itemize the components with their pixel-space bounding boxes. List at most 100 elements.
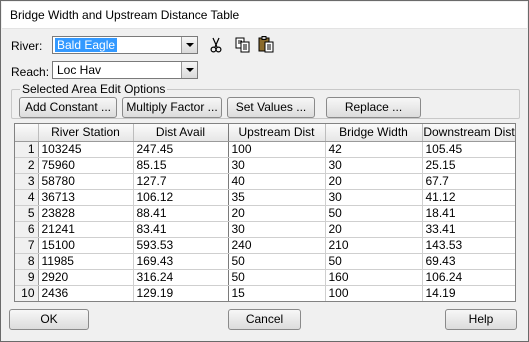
table-cell[interactable]: 15 xyxy=(228,285,326,301)
row-number[interactable]: 7 xyxy=(15,237,39,254)
data-table[interactable]: River Station Dist Avail Upstream Dist B… xyxy=(14,123,516,302)
row-number[interactable]: 1 xyxy=(15,141,39,158)
column-header[interactable]: Upstream Dist xyxy=(228,124,326,142)
table-cell[interactable]: 106.24 xyxy=(422,269,515,286)
table-cell[interactable]: 35 xyxy=(228,189,326,206)
paste-icon[interactable] xyxy=(257,35,275,53)
table-cell[interactable]: 210 xyxy=(325,237,423,254)
table-cell[interactable]: 15100 xyxy=(38,237,134,254)
table-cell[interactable]: 593.53 xyxy=(133,237,229,254)
table-cell[interactable]: 41.12 xyxy=(422,189,515,206)
add-constant-button[interactable]: Add Constant ... xyxy=(19,97,117,118)
table-cell[interactable]: 316.24 xyxy=(133,269,229,286)
chevron-down-icon[interactable] xyxy=(181,62,197,78)
table-cell[interactable]: 42 xyxy=(325,141,423,158)
multiply-factor-button[interactable]: Multiply Factor ... xyxy=(122,97,222,118)
table-cell[interactable]: 30 xyxy=(228,221,326,238)
table-cell[interactable]: 50 xyxy=(228,269,326,286)
area-edit-options-title: Selected Area Edit Options xyxy=(20,82,168,96)
table-cell[interactable]: 30 xyxy=(325,157,423,174)
reach-value: Loc Hav xyxy=(57,63,102,77)
table-cell[interactable]: 169.43 xyxy=(133,253,229,270)
table-row: 8 11985 169.43 50 50 69.43 xyxy=(15,253,515,270)
row-number[interactable]: 5 xyxy=(15,205,39,222)
table-cell[interactable]: 25.15 xyxy=(422,157,515,174)
river-value: Bald Eagle xyxy=(55,38,118,52)
table-row: 9 2920 316.24 50 160 106.24 xyxy=(15,269,515,286)
river-label: River: xyxy=(11,39,43,53)
table-cell[interactable]: 20 xyxy=(325,173,423,190)
table-cell[interactable]: 247.45 xyxy=(133,141,229,158)
table-row: 3 58780 127.7 40 20 67.7 xyxy=(15,173,515,190)
table-cell[interactable]: 30 xyxy=(325,189,423,206)
table-cell[interactable]: 14.19 xyxy=(422,285,515,301)
table-cell[interactable]: 40 xyxy=(228,173,326,190)
table-cell[interactable]: 36713 xyxy=(38,189,134,206)
table-cell[interactable]: 88.41 xyxy=(133,205,229,222)
reach-dropdown[interactable]: Loc Hav xyxy=(52,61,198,79)
table-cell[interactable]: 105.45 xyxy=(422,141,515,158)
title-bar: Bridge Width and Upstream Distance Table xyxy=(2,2,527,29)
table-cell[interactable]: 75960 xyxy=(38,157,134,174)
table-row: 7 15100 593.53 240 210 143.53 xyxy=(15,237,515,254)
table-cell[interactable]: 50 xyxy=(325,253,423,270)
help-button[interactable]: Help xyxy=(445,309,517,330)
column-header[interactable]: Downstream Dist xyxy=(422,124,515,142)
ok-button[interactable]: OK xyxy=(9,309,89,330)
table-cell[interactable]: 143.53 xyxy=(422,237,515,254)
copy-icon[interactable] xyxy=(234,36,252,54)
table-cell[interactable]: 21241 xyxy=(38,221,134,238)
set-values-button[interactable]: Set Values ... xyxy=(227,97,315,118)
row-number-header xyxy=(15,124,39,142)
row-number[interactable]: 3 xyxy=(15,173,39,190)
table-cell[interactable]: 69.43 xyxy=(422,253,515,270)
table-cell[interactable]: 58780 xyxy=(38,173,134,190)
table-cell[interactable]: 85.15 xyxy=(133,157,229,174)
table-cell[interactable]: 160 xyxy=(325,269,423,286)
table-row: 2 75960 85.15 30 30 25.15 xyxy=(15,157,515,174)
table-row: 10 2436 129.19 15 100 14.19 xyxy=(15,285,515,301)
table-cell[interactable]: 11985 xyxy=(38,253,134,270)
dialog-window: Bridge Width and Upstream Distance Table… xyxy=(0,0,529,342)
column-header[interactable]: Bridge Width xyxy=(325,124,423,142)
table-cell[interactable]: 33.41 xyxy=(422,221,515,238)
column-header[interactable]: River Station xyxy=(38,124,134,142)
column-header[interactable]: Dist Avail xyxy=(133,124,229,142)
table-cell[interactable]: 30 xyxy=(228,157,326,174)
table-cell[interactable]: 83.41 xyxy=(133,221,229,238)
table-cell[interactable]: 103245 xyxy=(38,141,134,158)
scissors-icon[interactable] xyxy=(207,36,225,54)
table-cell[interactable]: 106.12 xyxy=(133,189,229,206)
river-dropdown[interactable]: Bald Eagle xyxy=(52,36,198,54)
table-cell[interactable]: 2436 xyxy=(38,285,134,301)
table-header-row: River Station Dist Avail Upstream Dist B… xyxy=(15,124,515,142)
table-cell[interactable]: 20 xyxy=(325,221,423,238)
row-number[interactable]: 6 xyxy=(15,221,39,238)
table-cell[interactable]: 100 xyxy=(325,285,423,301)
window-title: Bridge Width and Upstream Distance Table xyxy=(10,8,240,22)
table-cell[interactable]: 2920 xyxy=(38,269,134,286)
row-number[interactable]: 9 xyxy=(15,269,39,286)
table-cell[interactable]: 20 xyxy=(228,205,326,222)
replace-button[interactable]: Replace ... xyxy=(326,97,421,118)
table-cell[interactable]: 100 xyxy=(228,141,326,158)
table-row: 4 36713 106.12 35 30 41.12 xyxy=(15,189,515,206)
table-row: 6 21241 83.41 30 20 33.41 xyxy=(15,221,515,238)
table-row: 1 103245 247.45 100 42 105.45 xyxy=(15,141,515,158)
table-row: 5 23828 88.41 20 50 18.41 xyxy=(15,205,515,222)
row-number[interactable]: 4 xyxy=(15,189,39,206)
row-number[interactable]: 2 xyxy=(15,157,39,174)
table-cell[interactable]: 67.7 xyxy=(422,173,515,190)
table-cell[interactable]: 23828 xyxy=(38,205,134,222)
reach-label: Reach: xyxy=(11,65,50,79)
chevron-down-icon[interactable] xyxy=(181,37,197,53)
row-number[interactable]: 8 xyxy=(15,253,39,270)
table-cell[interactable]: 50 xyxy=(228,253,326,270)
table-cell[interactable]: 50 xyxy=(325,205,423,222)
table-cell[interactable]: 240 xyxy=(228,237,326,254)
row-number[interactable]: 10 xyxy=(15,285,39,301)
table-cell[interactable]: 129.19 xyxy=(133,285,229,301)
cancel-button[interactable]: Cancel xyxy=(228,309,301,330)
table-cell[interactable]: 18.41 xyxy=(422,205,515,222)
table-cell[interactable]: 127.7 xyxy=(133,173,229,190)
